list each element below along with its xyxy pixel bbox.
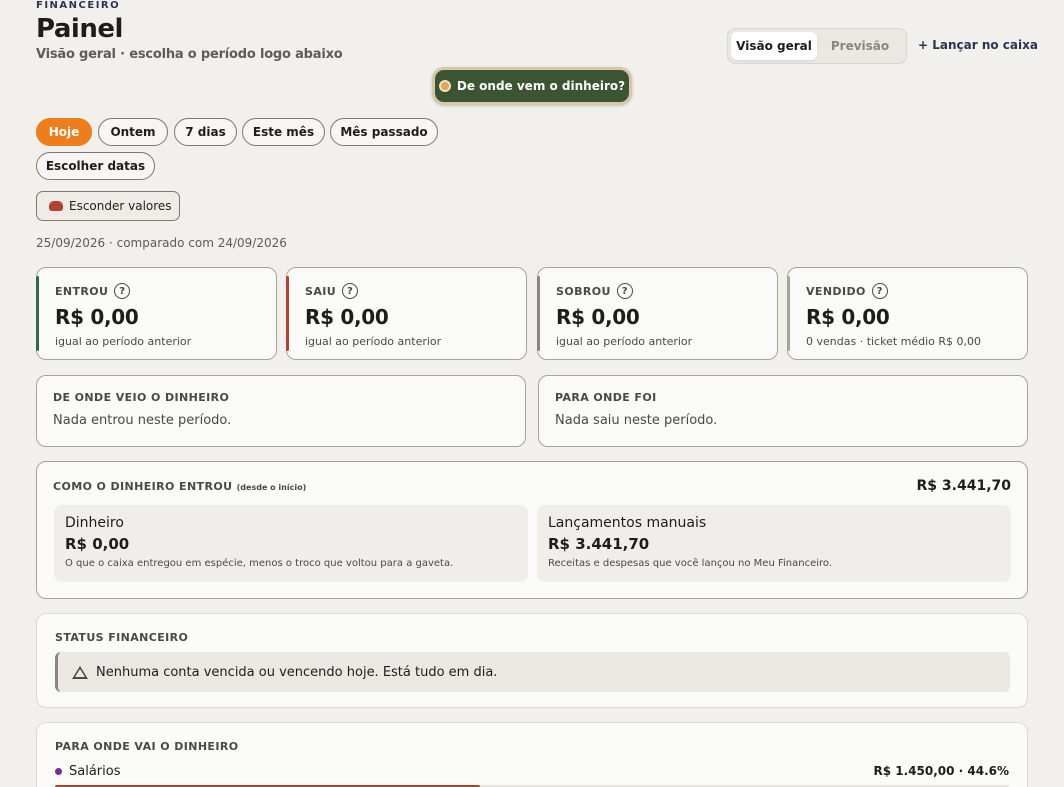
kpi-label: ENTROU <box>55 284 109 298</box>
category-amount: R$ 1.450,00 · 44.6% <box>873 764 1009 778</box>
view-toggle: Visão geral Previsão <box>727 28 907 64</box>
kpi-label: VENDIDO <box>806 284 866 298</box>
chip-hoje[interactable]: Hoje <box>36 118 92 146</box>
entry-item-manual: Lançamentos manuais R$ 3.441,70 Receitas… <box>537 505 1011 582</box>
card-heading: PARA ONDE FOI <box>555 391 657 404</box>
incognito-icon <box>49 201 63 211</box>
help-button-label: De onde vem o dinheiro? <box>456 79 626 93</box>
entry-item-desc: O que o caixa entregou em espécie, menos… <box>65 558 454 569</box>
category-dot <box>55 768 62 775</box>
empty-message: Nada entrou neste período. <box>53 413 232 428</box>
entry-item-title: Dinheiro <box>65 515 124 531</box>
financial-status-card: STATUS FINANCEIRO Nenhuma conta vencida … <box>36 613 1028 708</box>
entry-item-desc: Receitas e despesas que você lançou no M… <box>548 558 833 569</box>
category-name: Salários <box>69 764 121 779</box>
kpi-value: R$ 0,00 <box>556 305 640 329</box>
spending-card: PARA ONDE VAI O DINHEIRO Salários R$ 1.4… <box>36 722 1028 787</box>
kpi-label: SAIU <box>305 284 337 298</box>
status-alert-text: Nenhuma conta vencida ou vencendo hoje. … <box>96 664 498 680</box>
kpi-value: R$ 0,00 <box>305 305 389 329</box>
entry-item-value: R$ 3.441,70 <box>548 535 650 553</box>
warning-icon <box>72 665 88 679</box>
card-heading: COMO O DINHEIRO ENTROU (desde o início) <box>53 480 306 493</box>
tab-visao-geral[interactable]: Visão geral <box>731 32 817 60</box>
kpi-note: igual ao período anterior <box>305 335 442 348</box>
tab-previsao[interactable]: Previsão <box>817 32 903 60</box>
help-icon[interactable]: ? <box>871 283 888 299</box>
chip-mes-passado[interactable]: Mês passado <box>330 118 438 146</box>
card-heading: DE ONDE VEIO O DINHEIRO <box>53 391 230 404</box>
card-heading: STATUS FINANCEIRO <box>55 631 189 644</box>
entry-item-value: R$ 0,00 <box>65 535 130 553</box>
chip-ontem[interactable]: Ontem <box>98 118 168 146</box>
period-comparison: 25/09/2026 · comparado com 24/09/2026 <box>36 236 287 250</box>
entry-item-cash: Dinheiro R$ 0,00 O que o caixa entregou … <box>54 505 528 582</box>
kpi-accent-bar <box>787 276 790 351</box>
kpi-value: R$ 0,00 <box>55 305 139 329</box>
help-icon[interactable]: ? <box>616 283 633 299</box>
launch-cash-link[interactable]: + Lançar no caixa <box>918 38 1038 52</box>
status-alert: Nenhuma conta vencida ou vencendo hoje. … <box>55 652 1010 692</box>
entry-total: R$ 3.441,70 <box>916 478 1011 494</box>
kpi-accent-bar <box>36 276 39 351</box>
page-subtitle: Visão geral · escolha o período logo aba… <box>36 47 343 62</box>
kpi-card-vendido: VENDIDO? R$ 0,00 0 vendas · ticket médio… <box>787 267 1028 360</box>
money-destinations-card: PARA ONDE FOI Nada saiu neste período. <box>538 375 1028 447</box>
money-sources-card: DE ONDE VEIO O DINHEIRO Nada entrou nest… <box>36 375 526 447</box>
card-heading: PARA ONDE VAI O DINHEIRO <box>55 740 239 753</box>
help-icon[interactable]: ? <box>342 283 359 299</box>
hide-values-label: Esconder valores <box>69 199 172 213</box>
chip-7-dias[interactable]: 7 dias <box>174 118 237 146</box>
section-eyebrow: FINANCEIRO <box>36 0 121 11</box>
where-money-comes-from-button[interactable]: De onde vem o dinheiro? <box>432 67 632 105</box>
entry-heading-text: COMO O DINHEIRO ENTROU <box>53 480 233 493</box>
kpi-note: igual ao período anterior <box>556 335 693 348</box>
entry-item-title: Lançamentos manuais <box>548 515 707 531</box>
chip-este-mes[interactable]: Este mês <box>242 118 325 146</box>
kpi-note: 0 vendas · ticket médio R$ 0,00 <box>806 335 982 348</box>
hide-values-button[interactable]: Esconder valores <box>36 191 180 221</box>
kpi-accent-bar <box>537 276 540 351</box>
entry-heading-note: (desde o início) <box>236 483 307 492</box>
kpi-note: igual ao período anterior <box>55 335 192 348</box>
compass-icon <box>438 80 451 92</box>
page-title: Painel <box>36 14 123 44</box>
spending-row: Salários R$ 1.450,00 · 44.6% <box>55 764 1009 779</box>
kpi-card-sobrou: SOBROU? R$ 0,00 igual ao período anterio… <box>537 267 778 360</box>
help-icon[interactable]: ? <box>114 283 131 299</box>
kpi-card-entrou: ENTROU? R$ 0,00 igual ao período anterio… <box>36 267 277 360</box>
kpi-card-saiu: SAIU? R$ 0,00 igual ao período anterior <box>286 267 527 360</box>
money-entry-card: COMO O DINHEIRO ENTROU (desde o início) … <box>36 461 1028 599</box>
kpi-accent-bar <box>286 276 289 351</box>
chip-escolher-datas[interactable]: Escolher datas <box>36 152 155 180</box>
empty-message: Nada saiu neste período. <box>555 413 718 428</box>
kpi-value: R$ 0,00 <box>806 305 890 329</box>
kpi-label: SOBROU <box>556 284 611 298</box>
